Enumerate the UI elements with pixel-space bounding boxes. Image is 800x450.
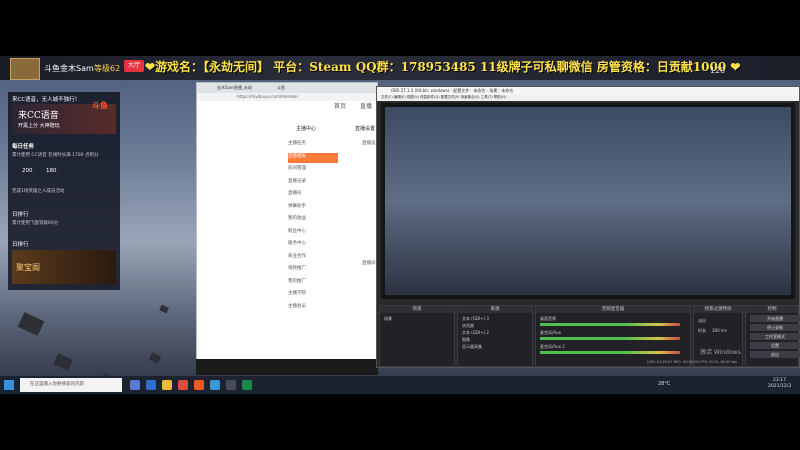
clock[interactable]: 23:17 2021/12/3 (768, 378, 791, 390)
dock-title: 场景 (380, 306, 454, 313)
section-title: 主播中心 (296, 126, 317, 132)
browser-window: 金木Sam直播_永劫 斗鱼 https://mydouyu.com/member (196, 82, 378, 374)
controls-dock: 控制 开始直播 停止录制 工作室模式 设置 退出 (745, 305, 800, 367)
edge-icon[interactable] (146, 380, 156, 390)
dock-title: 控制 (746, 306, 798, 313)
left-overlay-panel: 来CC语音，无人城不独行！ 来CC语音 开黑上分 大神陪玩 每日任务 累计使用 … (8, 92, 120, 290)
dock-title: 音频混音器 (536, 306, 690, 313)
obs-preview[interactable] (381, 103, 795, 299)
treasure-label: 聚宝阁 (16, 263, 40, 272)
daily-task-title: 每日任务 (12, 144, 35, 150)
mixer-dock: 音频混音器 桌面音频 麦克风/Aux 麦克风/Aux 2 (535, 305, 691, 367)
sidebar-item[interactable]: 商业合作 (288, 253, 338, 263)
obs-title-bar: OBS 27.1.3 (64-bit, windows) - 配置文件：未命名 … (377, 87, 799, 95)
rock-decoration (17, 312, 45, 336)
scene-item[interactable]: 场景 (384, 316, 392, 322)
task-line: 累计使用 CC语音 在线时长满 1700 点积分 (12, 153, 99, 158)
obs-menu: 文件(F) 编辑(E) 视图(V) 停靠部件(D) 配置文件(P) 场景集合(S… (381, 95, 507, 99)
address-bar[interactable]: https://mydouyu.com/member (197, 93, 377, 101)
sidebar-item[interactable]: 直播间 (288, 190, 338, 200)
task-desc: 完成1场英雄之人成员活动 (12, 189, 65, 194)
obs-window: OBS 27.1.3 (64-bit, windows) - 配置文件：未命名 … (376, 86, 800, 368)
banner-title: 来CC语音 (18, 111, 59, 121)
volume-meter (540, 351, 680, 354)
obs-icon[interactable] (226, 380, 236, 390)
taskbar-search-input[interactable]: 在这里输入你要搜索的内容 (20, 378, 122, 392)
ad-strip (196, 359, 378, 375)
sidebar-item[interactable]: 房间管理 (288, 165, 338, 175)
obs-title: OBS 27.1.3 (64-bit, windows) - 配置文件：未命名 … (391, 88, 514, 93)
section-title: 日排行 (12, 212, 29, 218)
exit-button[interactable]: 退出 (750, 351, 800, 358)
streamer-name: 斗鱼金木Sam (44, 64, 94, 73)
sidebar-item[interactable]: 直播记录 (288, 178, 338, 188)
source-item[interactable]: 图像 (462, 337, 470, 343)
sidebar-item[interactable]: 主播会员 (288, 303, 338, 313)
rock-decoration (148, 352, 162, 364)
sidebar-item[interactable]: 我的收益 (288, 215, 338, 225)
viewer-count: 120 (710, 66, 726, 75)
treasure-banner[interactable]: 聚宝阁 (12, 250, 116, 284)
reward-count-2: 180 (46, 168, 57, 174)
avatar[interactable] (10, 58, 40, 80)
sidebar-item[interactable]: 服务中心 (288, 240, 338, 250)
douyu-logo[interactable]: 斗鱼 (92, 100, 132, 112)
source-item[interactable]: 浏览器 (462, 323, 474, 329)
browser-tab[interactable]: 金木Sam直播_永劫 (217, 85, 252, 92)
studio-mode-button[interactable]: 工作室模式 (750, 333, 800, 340)
weather-text: 28°C (658, 381, 671, 387)
volume-meter (540, 323, 680, 326)
url-text: https://mydouyu.com/member (237, 94, 299, 99)
rock-decoration (159, 304, 169, 314)
sources-dock: 来源 文本 (GDI+) 3 浏览器 文本 (GDI+) 2 图像 显示器采集 (457, 305, 533, 367)
transitions-dock: 场景过渡特效 淡出 时长 300 ms (693, 305, 743, 367)
sidebar-item[interactable]: 我的推广 (288, 278, 338, 288)
obs-status-bar: LIVE: 01:25:47 REC: 00:00:00 CPU: 9.1%, … (647, 360, 737, 364)
dock-title: 场景过渡特效 (694, 306, 742, 313)
scrolling-ticker: ❤游戏名：【永劫无间】 平台：Steam QQ群：178953485 11级牌子… (145, 60, 741, 74)
duration-label: 时长 (698, 328, 706, 333)
transition-select[interactable]: 淡出 (698, 318, 706, 324)
app-icon[interactable] (242, 380, 252, 390)
section-title: 日排行 (12, 242, 29, 248)
douyu-icon[interactable] (194, 380, 204, 390)
dock-title: 来源 (458, 306, 532, 313)
obs-menu-bar[interactable]: 文件(F) 编辑(E) 视图(V) 停靠部件(D) 配置文件(P) 场景集合(S… (377, 95, 799, 101)
task-view-icon[interactable] (130, 380, 140, 390)
app-icon[interactable] (178, 380, 188, 390)
mixer-label: 桌面音频 (540, 316, 556, 321)
duration-value[interactable]: 300 ms (712, 328, 727, 333)
browser-tab[interactable]: 斗鱼 (277, 85, 285, 92)
source-item[interactable]: 显示器采集 (462, 344, 482, 350)
sidebar-item[interactable]: 粉丝中心 (288, 228, 338, 238)
scenes-dock: 场景 场景 (379, 305, 455, 367)
browser-icon[interactable] (210, 380, 220, 390)
source-item[interactable]: 文本 (GDI+) 2 (462, 330, 489, 336)
sidebar-item[interactable]: 直播相关 (288, 152, 338, 163)
clock-date: 2021/12/3 (768, 384, 792, 389)
live-badge[interactable]: 大厅 (124, 60, 144, 72)
rock-decoration (53, 353, 73, 371)
start-stream-button[interactable]: 开始直播 (750, 315, 800, 322)
folder-icon[interactable] (162, 380, 172, 390)
sidebar-item[interactable]: 弹幕助手 (288, 203, 338, 213)
source-item[interactable]: 文本 (GDI+) 3 (462, 316, 489, 322)
reward-count-1: 200 (22, 168, 33, 174)
sidebar-item[interactable]: 主播任务 (288, 140, 338, 150)
volume-meter (540, 337, 680, 340)
mixer-label: 麦克风/Aux (540, 330, 561, 335)
sidebar-item[interactable]: 视频推广 (288, 265, 338, 275)
banner-subtitle: 开黑上分 大神陪玩 (18, 123, 60, 129)
activate-windows-watermark: 激活 Windows (700, 349, 741, 356)
mixer-label: 麦克风/Aux 2 (540, 344, 565, 349)
level-label: 等级62 (94, 64, 121, 73)
panel-top-text: 来CC语音，无人城不独行！ (12, 97, 81, 103)
section-line: 累计使用飞蛋等级60分 (12, 221, 59, 226)
windows-start-icon[interactable] (4, 380, 14, 390)
stop-recording-button[interactable]: 停止录制 (750, 324, 800, 331)
sidebar-item[interactable]: 主播学院 (288, 290, 338, 300)
settings-button[interactable]: 设置 (750, 342, 800, 349)
browser-tab-bar: 金木Sam直播_永劫 斗鱼 (197, 83, 377, 93)
preview-screen (385, 107, 791, 295)
